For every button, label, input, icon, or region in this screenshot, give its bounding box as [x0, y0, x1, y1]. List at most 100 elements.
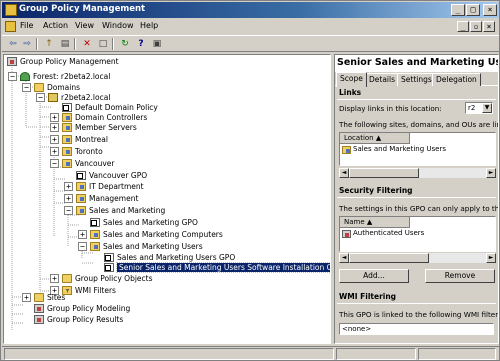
tree-node-management[interactable]: Management — [76, 193, 138, 203]
export-list-button[interactable]: ▣ — [150, 38, 164, 50]
tree-node-sales-marketing-gpo[interactable]: Sales and Marketing GPO — [90, 217, 198, 227]
scroll-thumb[interactable] — [349, 253, 429, 263]
maximize-button[interactable]: □ — [466, 4, 480, 16]
tree-node-sales-marketing[interactable]: Sales and Marketing — [76, 205, 165, 215]
list-item[interactable]: Authenticated Users — [340, 228, 495, 239]
menu-help[interactable]: Help — [140, 21, 158, 30]
collapse-sales-marketing-users-toggle[interactable]: − — [78, 242, 87, 251]
expand-group-policy-objects-toggle[interactable]: + — [50, 274, 59, 283]
links-list[interactable]: Location ▲ Sales and Marketing Users — [339, 132, 496, 166]
menu-view[interactable]: View — [75, 21, 94, 30]
tab-delegation[interactable]: Delegation — [432, 73, 481, 86]
tree-node-group-policy-objects[interactable]: Group Policy Objects — [62, 273, 153, 283]
expand-sales-marketing-computers-toggle[interactable]: + — [78, 230, 87, 239]
tree-node-domain[interactable]: r2beta2.local — [48, 92, 110, 102]
tree-node-modeling[interactable]: Group Policy Modeling — [34, 303, 130, 313]
location-column-label: Location — [344, 134, 374, 142]
expand-sites-toggle[interactable]: + — [22, 293, 31, 302]
ou-icon — [90, 241, 100, 251]
security-description: The settings in this GPO can only apply … — [339, 204, 499, 213]
show-hide-tree-button[interactable]: ▤ — [58, 38, 72, 50]
tree-node-sales-marketing-users-gpo[interactable]: Sales and Marketing Users GPO — [104, 252, 235, 262]
scroll-right-icon[interactable]: ► — [486, 253, 496, 263]
scroll-left-icon[interactable]: ◄ — [339, 253, 349, 263]
mdi-minimize-button[interactable]: _ — [457, 21, 469, 32]
ou-icon — [76, 193, 86, 203]
collapse-domain-toggle[interactable]: − — [36, 93, 45, 102]
name-column-header[interactable]: Name ▲ — [340, 217, 410, 228]
tab-settings[interactable]: Settings — [397, 73, 436, 86]
tree-node-sales-marketing-users[interactable]: Sales and Marketing Users — [90, 241, 203, 251]
wmi-description: This GPO is linked to the following WMI … — [339, 310, 499, 319]
mdi-restore-button[interactable]: ▫ — [470, 21, 482, 32]
tree-node-wmi-filters[interactable]: WMI Filters — [62, 285, 116, 295]
scroll-thumb[interactable] — [349, 168, 419, 178]
security-hscrollbar[interactable]: ◄ ► — [339, 253, 496, 263]
tree-node-root[interactable]: Group Policy Management — [7, 56, 119, 66]
status-cell-3 — [418, 348, 496, 360]
add-button[interactable]: Add... — [339, 269, 409, 283]
tree-node-forest[interactable]: Forest: r2beta2.local — [20, 71, 110, 81]
results-icon — [34, 314, 44, 324]
title-bar[interactable]: Group Policy Management _ □ × — [2, 2, 499, 18]
tree-node-montreal[interactable]: Montreal — [62, 134, 108, 144]
forward-button[interactable]: ⇨ — [20, 38, 34, 50]
properties-button[interactable]: □ — [96, 38, 110, 50]
tree-node-default-domain-policy[interactable]: Default Domain Policy — [62, 102, 158, 112]
list-item[interactable]: Sales and Marketing Users — [340, 144, 495, 155]
expand-domain-controllers-toggle[interactable]: + — [50, 113, 59, 122]
expand-member-servers-toggle[interactable]: + — [50, 123, 59, 132]
expand-montreal-toggle[interactable]: + — [50, 135, 59, 144]
menu-window[interactable]: Window — [102, 21, 134, 30]
console-tree[interactable]: Group Policy Management − Forest: r2beta… — [3, 54, 331, 344]
window-title: Group Policy Management — [19, 4, 146, 14]
scroll-left-icon[interactable]: ◄ — [339, 168, 349, 178]
expand-it-department-toggle[interactable]: + — [64, 182, 73, 191]
delete-button[interactable]: ✕ — [80, 38, 94, 50]
tab-scope[interactable]: Scope — [336, 72, 367, 87]
remove-button[interactable]: Remove — [425, 269, 495, 283]
links-hscrollbar[interactable]: ◄ ► — [339, 168, 496, 178]
ou-icon — [62, 122, 72, 132]
wmi-filter-select[interactable]: <none> — [339, 323, 494, 335]
collapse-domains-toggle[interactable]: − — [22, 83, 31, 92]
back-button[interactable]: ⇦ — [6, 38, 20, 50]
chevron-down-icon[interactable]: ▼ — [482, 103, 492, 113]
mdi-system-icon[interactable] — [5, 21, 16, 32]
ou-icon — [62, 134, 72, 144]
up-button[interactable]: ↑ — [42, 38, 56, 50]
tree-node-sales-marketing-computers[interactable]: Sales and Marketing Computers — [90, 229, 223, 239]
tree-node-vancouver-gpo[interactable]: Vancouver GPO — [76, 170, 147, 180]
list-item-label: Sales and Marketing Users — [353, 145, 446, 153]
refresh-button[interactable]: ↻ — [118, 38, 132, 50]
tree-node-domain-controllers[interactable]: Domain Controllers — [62, 112, 147, 122]
expand-management-toggle[interactable]: + — [64, 194, 73, 203]
tree-node-domains[interactable]: Domains — [34, 82, 80, 92]
status-bar — [2, 346, 499, 360]
security-list[interactable]: Name ▲ Authenticated Users — [339, 216, 496, 252]
tree-node-senior-gpo[interactable]: Senior Sales and Marketing Users Softwar… — [104, 261, 330, 273]
collapse-sales-marketing-toggle[interactable]: − — [64, 206, 73, 215]
mdi-close-button[interactable]: × — [483, 21, 495, 32]
gpo-link-icon — [104, 262, 114, 272]
tree-node-results[interactable]: Group Policy Results — [34, 314, 123, 324]
tree-node-toronto[interactable]: Toronto — [62, 146, 103, 156]
location-column-header[interactable]: Location ▲ — [340, 133, 410, 144]
tree-node-it-department[interactable]: IT Department — [76, 181, 144, 191]
gpo-link-icon — [76, 170, 86, 180]
help-button[interactable]: ? — [134, 38, 148, 50]
status-cell-main — [4, 348, 334, 360]
expand-toronto-toggle[interactable]: + — [50, 147, 59, 156]
tree-node-sites[interactable]: Sites — [34, 292, 65, 302]
menu-file[interactable]: File — [20, 21, 33, 30]
links-location-select[interactable]: r2 ▼ — [465, 102, 493, 114]
close-button[interactable]: × — [483, 4, 497, 16]
tab-details[interactable]: Details — [365, 73, 400, 86]
tree-node-vancouver[interactable]: Vancouver — [62, 158, 115, 168]
minimize-button[interactable]: _ — [451, 4, 465, 16]
tree-node-member-servers[interactable]: Member Servers — [62, 122, 137, 132]
scroll-right-icon[interactable]: ► — [486, 168, 496, 178]
collapse-vancouver-toggle[interactable]: − — [50, 159, 59, 168]
menu-action[interactable]: Action — [43, 21, 68, 30]
collapse-forest-toggle[interactable]: − — [8, 72, 17, 81]
